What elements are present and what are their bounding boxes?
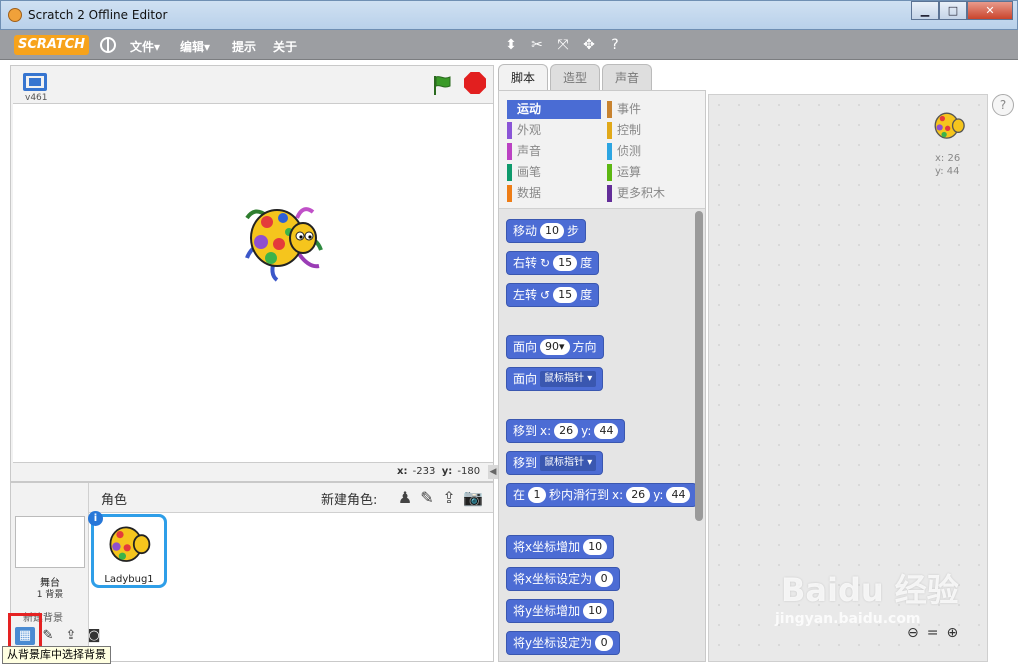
presentation-mode-icon[interactable] bbox=[23, 73, 47, 91]
coord-y-label: y: bbox=[441, 466, 453, 477]
block-glide[interactable]: 在 1 秒内滑行到 x: 26 y: 44 bbox=[506, 483, 698, 507]
ladybug-thumbnail-icon bbox=[109, 526, 151, 562]
help-icon[interactable]: ? bbox=[992, 94, 1014, 116]
grow-icon[interactable]: ⤧ bbox=[554, 36, 572, 54]
zoom-in-icon[interactable]: ⊕ bbox=[946, 625, 958, 641]
category-operators[interactable]: 运算 bbox=[607, 163, 701, 182]
scratch-cat-icon bbox=[8, 8, 22, 22]
menu-tips[interactable]: 提示 bbox=[232, 38, 256, 55]
coord-x-label: x: bbox=[397, 466, 408, 477]
stage-panel: v461 x: -233 y: -180 bbox=[10, 65, 494, 482]
block-change-x[interactable]: 将x坐标增加 10 bbox=[506, 535, 615, 559]
block-move[interactable]: 移动 10 步 bbox=[506, 219, 587, 243]
close-button[interactable]: ✕ bbox=[967, 1, 1013, 20]
turn-left-icon: ↺ bbox=[540, 288, 551, 302]
coord-y-value: -180 bbox=[457, 466, 481, 477]
category-pen[interactable]: 画笔 bbox=[507, 163, 601, 182]
block-turn-left[interactable]: 左转 ↺ 15 度 bbox=[506, 283, 600, 307]
maximize-button[interactable]: □ bbox=[939, 1, 967, 20]
paint-brush-icon[interactable]: ✎ bbox=[417, 488, 437, 508]
new-sprite-label: 新建角色: bbox=[321, 493, 378, 508]
category-motion[interactable]: 运动 bbox=[507, 100, 601, 119]
block-goto-xy[interactable]: 移到 x: 26 y: 44 bbox=[506, 419, 626, 443]
block-point-towards[interactable]: 面向 鼠标指针 ▾ bbox=[506, 367, 604, 391]
mouse-coordinates: x: -233 y: -180 bbox=[397, 466, 480, 477]
backdrop-camera-icon[interactable]: ◙ bbox=[84, 627, 104, 645]
block-help-icon[interactable]: ? bbox=[606, 36, 624, 54]
stage-header: v461 bbox=[11, 66, 493, 103]
category-data[interactable]: 数据 bbox=[507, 184, 601, 203]
sprite-pane: 角色 新建角色: ♟ ✎ ⇪ 📷 舞台 1 背景 新建背景 ▦ ✎ ⇪ ◙ i … bbox=[8, 482, 494, 662]
baidu-watermark: Baidu 经验 jingyan.baidu.com bbox=[775, 565, 959, 627]
choose-sprite-library-icon[interactable]: ♟ bbox=[395, 488, 415, 508]
menu-edit[interactable]: 编辑▾ bbox=[180, 38, 210, 55]
sprite-x-readout: x: 26 bbox=[935, 153, 961, 164]
version-label: v461 bbox=[25, 93, 48, 103]
block-point-direction[interactable]: 面向 90▾ 方向 bbox=[506, 335, 604, 359]
category-control[interactable]: 控制 bbox=[607, 121, 701, 140]
block-turn-right[interactable]: 右转 ↻ 15 度 bbox=[506, 251, 600, 275]
info-icon[interactable]: i bbox=[88, 511, 103, 526]
zoom-controls: ⊖ = ⊕ bbox=[907, 625, 958, 641]
delete-scissors-icon[interactable]: ✂ bbox=[528, 36, 546, 54]
green-flag-icon[interactable] bbox=[431, 74, 453, 96]
block-palette: 运动 事件 外观 控制 声音 侦测 画笔 运算 数据 更多积木 移动 10 步 右转… bbox=[498, 90, 706, 662]
editor-tabs: 脚本 造型 声音 bbox=[498, 64, 653, 90]
window-titlebar: Scratch 2 Offline Editor ▁ □ ✕ bbox=[0, 0, 1018, 30]
category-sound[interactable]: 声音 bbox=[507, 142, 601, 161]
watermark-url: jingyan.baidu.com bbox=[775, 611, 921, 627]
stage-column: 舞台 1 背景 新建背景 ▦ ✎ ⇪ ◙ bbox=[8, 483, 100, 661]
stop-sign-icon[interactable] bbox=[464, 72, 486, 94]
zoom-reset-icon[interactable]: = bbox=[927, 625, 939, 641]
menu-file[interactable]: 文件▾ bbox=[130, 38, 160, 55]
category-list: 运动 事件 外观 控制 声音 侦测 画笔 运算 数据 更多积木 bbox=[499, 91, 705, 209]
stage-canvas[interactable] bbox=[13, 103, 493, 463]
ladybug-sprite[interactable] bbox=[237, 196, 327, 286]
tooltip: 从背景库中选择背景 bbox=[2, 646, 111, 664]
category-more-blocks[interactable]: 更多积木 bbox=[607, 184, 701, 203]
menubar: SCRATCH 文件▾ 编辑▾ 提示 关于 ⬍ ✂ ⤧ ✥ ? bbox=[0, 30, 1018, 60]
zoom-out-icon[interactable]: ⊖ bbox=[907, 625, 919, 641]
tab-sounds[interactable]: 声音 bbox=[602, 64, 653, 90]
sprite-corner-thumbnail-icon bbox=[934, 112, 965, 139]
scripts-area[interactable]: x: 26 y: 44 ⊖ = ⊕ Baidu 经验 jingyan.baidu… bbox=[708, 94, 988, 662]
sprite-y-readout: y: 44 bbox=[935, 166, 960, 177]
block-set-x[interactable]: 将x坐标设定为 0 bbox=[506, 567, 621, 591]
scratch-logo[interactable]: SCRATCH bbox=[14, 35, 90, 55]
category-looks[interactable]: 外观 bbox=[507, 121, 601, 140]
minimize-button[interactable]: ▁ bbox=[911, 1, 939, 20]
window-controls: ▁ □ ✕ bbox=[911, 1, 1013, 21]
camera-icon[interactable]: 📷 bbox=[463, 488, 483, 508]
shrink-icon[interactable]: ✥ bbox=[580, 36, 598, 54]
upload-icon[interactable]: ⇪ bbox=[439, 488, 459, 508]
coord-x-value: -233 bbox=[412, 466, 436, 477]
stage-thumbnail[interactable] bbox=[15, 516, 85, 568]
tab-costumes[interactable]: 造型 bbox=[550, 64, 601, 90]
category-sensing[interactable]: 侦测 bbox=[607, 142, 701, 161]
block-change-y[interactable]: 将y坐标增加 10 bbox=[506, 599, 615, 623]
sprite-thumbnail[interactable]: i Ladybug1 bbox=[88, 511, 167, 588]
backdrop-count: 1 背景 bbox=[36, 590, 64, 600]
turn-right-icon: ↻ bbox=[540, 256, 551, 270]
language-globe-icon[interactable] bbox=[100, 37, 116, 53]
block-set-y[interactable]: 将y坐标设定为 0 bbox=[506, 631, 621, 655]
category-events[interactable]: 事件 bbox=[607, 100, 701, 119]
palette-scrollbar[interactable] bbox=[695, 211, 703, 521]
duplicate-stamp-icon[interactable]: ⬍ bbox=[502, 36, 520, 54]
block-goto[interactable]: 移到 鼠标指针 ▾ bbox=[506, 451, 604, 475]
menu-about[interactable]: 关于 bbox=[273, 38, 297, 55]
tab-scripts[interactable]: 脚本 bbox=[498, 64, 549, 90]
watermark-logo: Baidu 经验 bbox=[781, 571, 959, 609]
highlight-box bbox=[8, 613, 42, 649]
sprites-title: 角色 bbox=[101, 493, 128, 508]
backdrop-upload-icon[interactable]: ⇪ bbox=[61, 627, 81, 645]
collapse-stage-arrow-icon[interactable]: ◀ bbox=[488, 465, 498, 479]
window-title: Scratch 2 Offline Editor bbox=[28, 8, 168, 22]
block-list: 移动 10 步 右转 ↻ 15 度 左转 ↺ 15 度 面向 90▾ 方向 面向 鼠标指针 ▾ 移到 x… bbox=[499, 211, 705, 661]
sprite-name: Ladybug1 bbox=[104, 574, 154, 585]
